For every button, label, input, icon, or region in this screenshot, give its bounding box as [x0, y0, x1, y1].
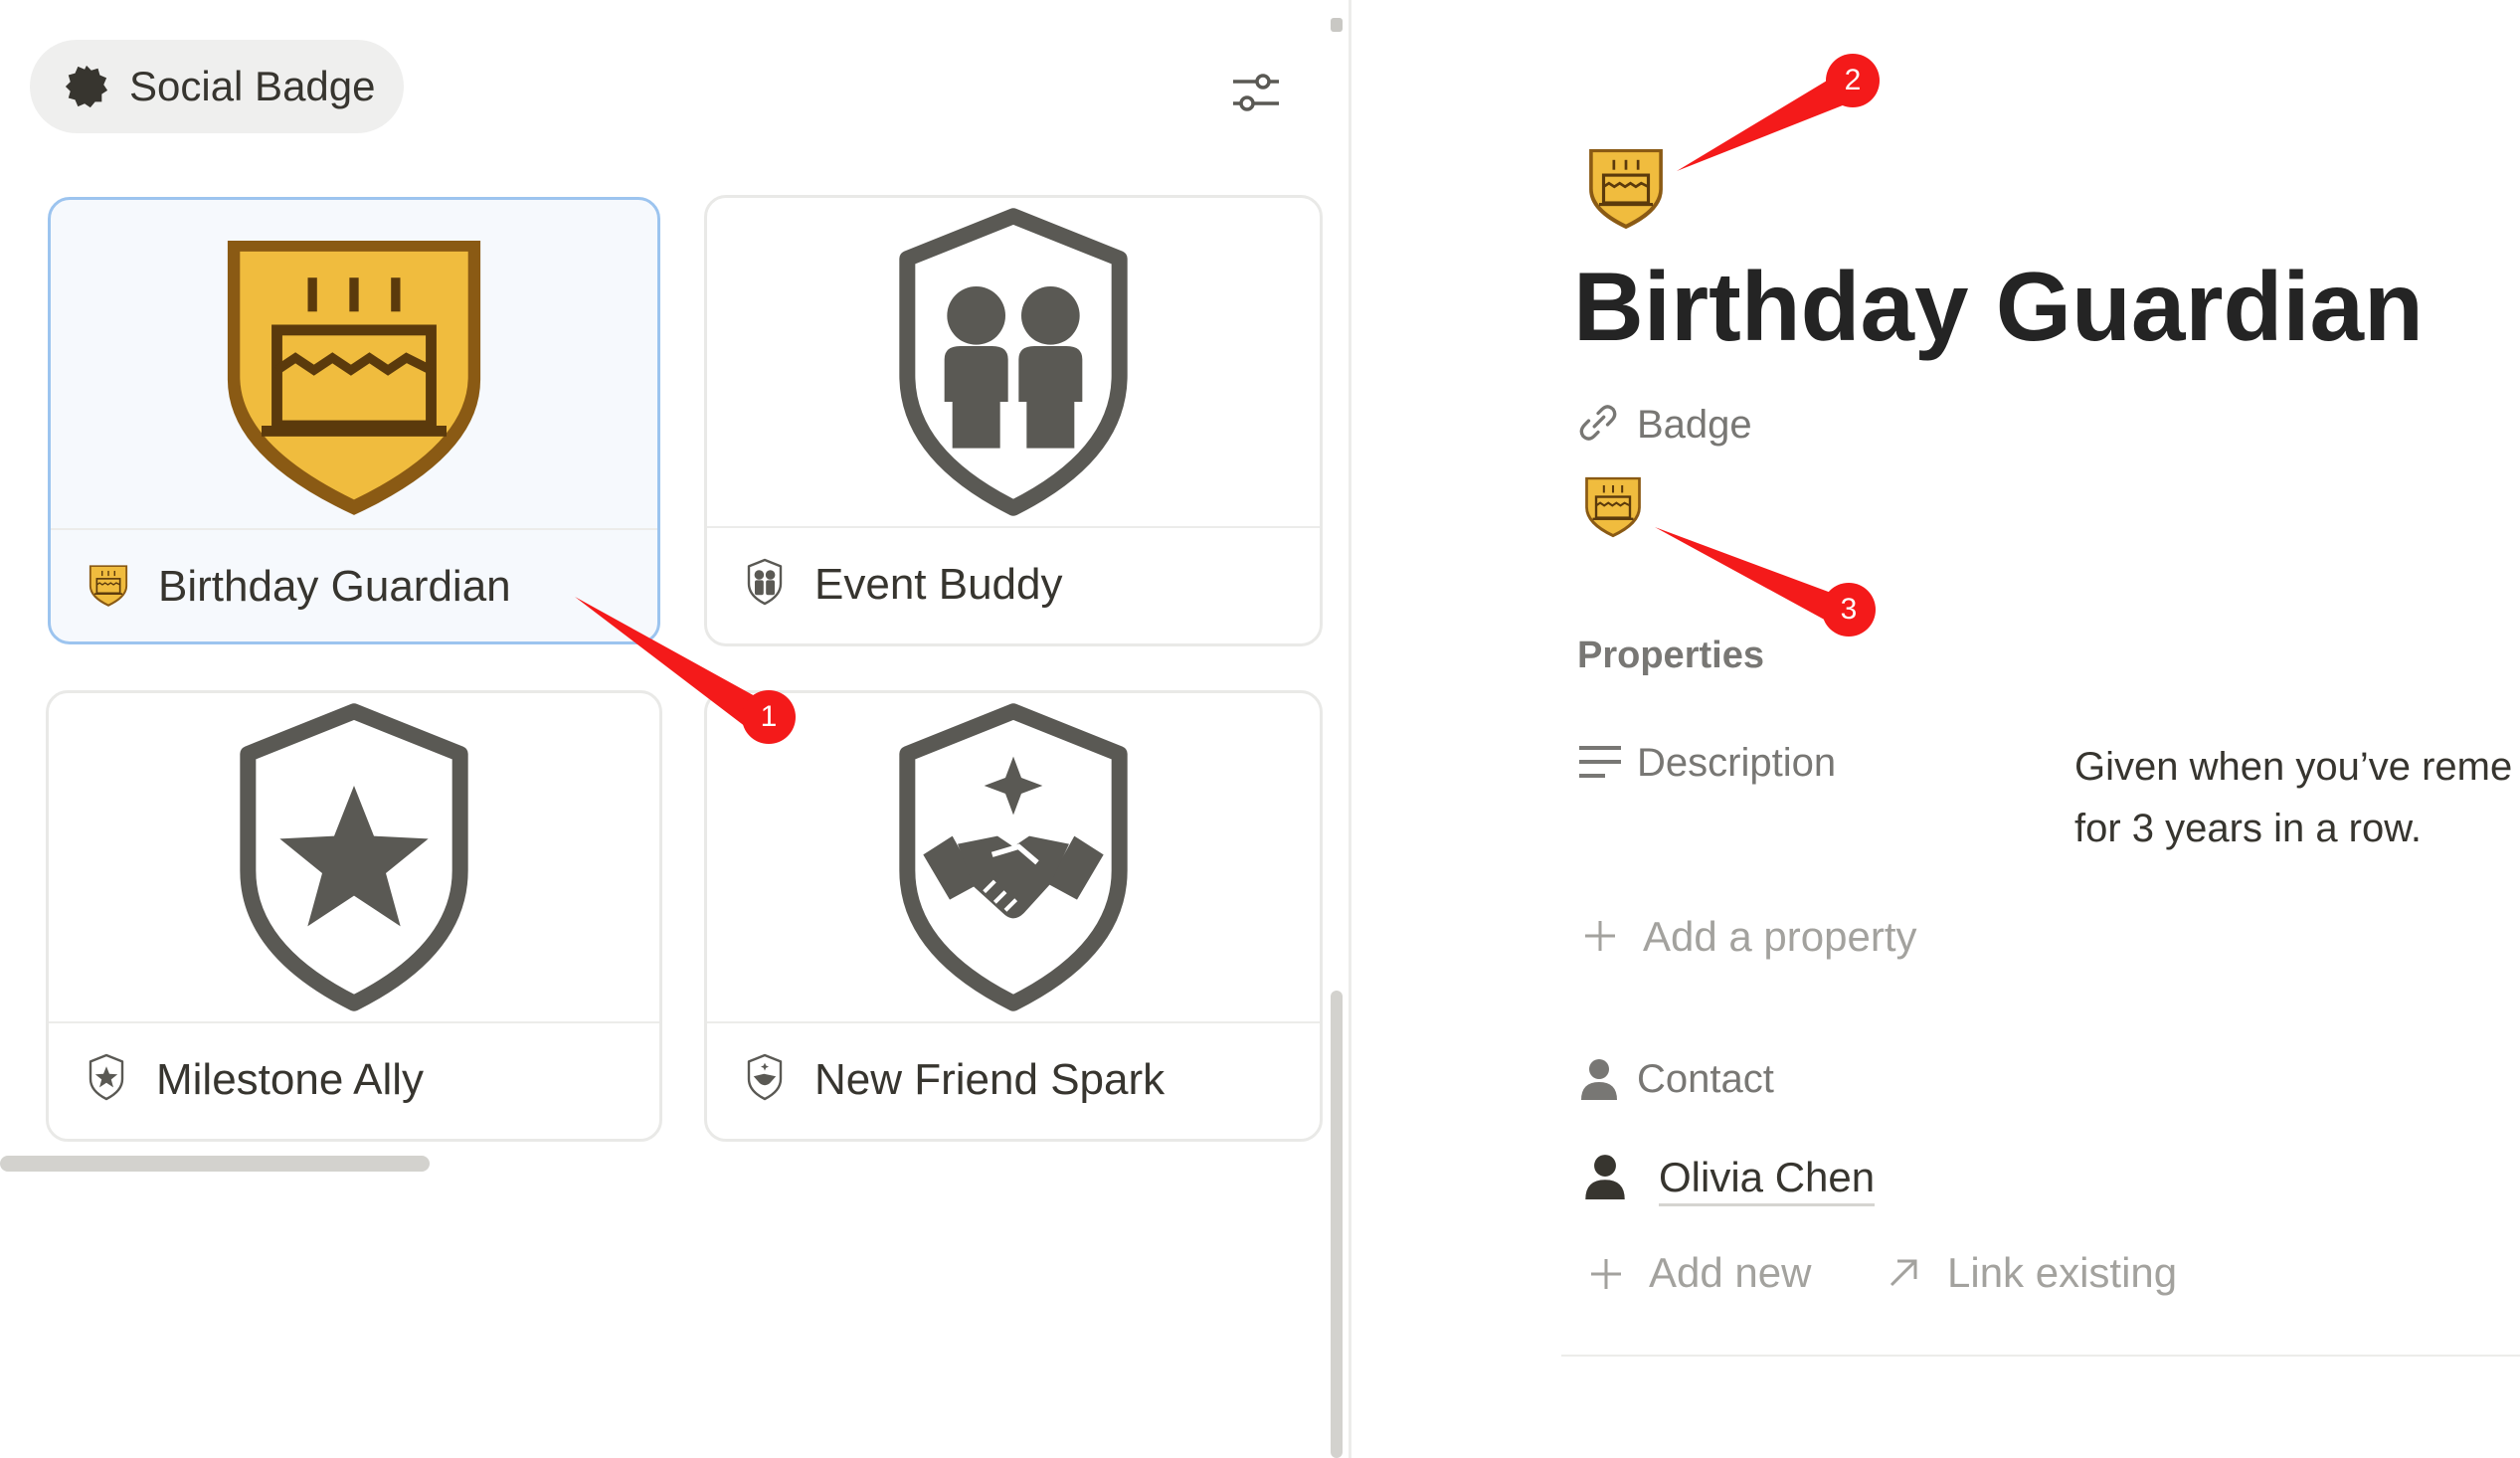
badge-relation-birthday-cake-shield-icon[interactable]	[1579, 469, 1647, 539]
gallery-pane: Social Badge Birthday Guardian Event Bud…	[0, 0, 1350, 1458]
property-label-description[interactable]: Description	[1637, 740, 1836, 786]
vertical-scrollbar[interactable]	[1331, 991, 1343, 1458]
gallery-card-birthday-guardian[interactable]: Birthday Guardian	[48, 197, 660, 644]
text-lines-icon	[1579, 746, 1621, 778]
star-shield-icon	[83, 1053, 130, 1101]
handshake-shield-icon	[879, 698, 1148, 1016]
add-property-button[interactable]: Add a property	[1643, 913, 1917, 961]
annotation-badge-2: 2	[1826, 54, 1880, 107]
contact-link-olivia-chen[interactable]: Olivia Chen	[1659, 1154, 1876, 1206]
scroll-up-arrow[interactable]	[1331, 18, 1343, 32]
link-icon	[1579, 405, 1617, 441]
card-cover	[707, 198, 1320, 526]
view-tab-label: Social Badge	[129, 63, 376, 109]
person-icon	[1585, 1155, 1625, 1199]
horizontal-scrollbar[interactable]	[0, 1156, 430, 1172]
link-existing-contact-button[interactable]: Link existing	[1947, 1249, 2177, 1297]
property-label-contact[interactable]: Contact	[1637, 1056, 1774, 1102]
annotation-arrow-3	[1655, 527, 1842, 623]
handshake-shield-icon	[741, 1053, 789, 1101]
plus-icon	[1585, 921, 1615, 951]
card-title: Milestone Ally	[156, 1055, 425, 1104]
view-tab-social-badge[interactable]: Social Badge	[30, 40, 404, 133]
page-title[interactable]: Birthday Guardian	[1573, 251, 2424, 362]
birthday-cake-shield-icon	[200, 205, 508, 523]
person-icon	[1581, 1059, 1617, 1100]
card-cover	[707, 693, 1320, 1021]
sliders-icon[interactable]	[1229, 70, 1283, 115]
card-title: Birthday Guardian	[158, 562, 511, 611]
card-cover	[49, 693, 659, 1021]
property-value-description[interactable]: Given when you’ve reme for 3 years in a …	[2074, 736, 2520, 859]
add-new-contact-button[interactable]: Add new	[1649, 1249, 1811, 1297]
star-shield-icon	[220, 698, 488, 1016]
property-label-badge[interactable]: Badge	[1637, 402, 1752, 448]
people-shield-icon	[879, 203, 1148, 521]
badge-seal-icon	[65, 65, 108, 108]
gallery-card-event-buddy[interactable]: Event Buddy	[704, 195, 1323, 646]
annotation-badge-3: 3	[1822, 583, 1876, 637]
annotation-badge-1: 1	[742, 690, 796, 744]
gallery-card-milestone-ally[interactable]: Milestone Ally	[46, 690, 662, 1142]
birthday-cake-shield-icon	[85, 560, 132, 608]
arrow-up-right-icon	[1890, 1259, 1917, 1287]
card-title: Event Buddy	[814, 560, 1063, 609]
section-divider	[1561, 1355, 2520, 1357]
properties-section-label[interactable]: Properties	[1577, 633, 1764, 678]
people-shield-icon	[741, 558, 789, 606]
card-cover	[51, 200, 657, 528]
pane-divider[interactable]	[1349, 0, 1351, 1458]
card-title: New Friend Spark	[814, 1055, 1166, 1104]
page-icon-birthday-cake-shield[interactable]	[1581, 137, 1671, 233]
plus-icon	[1591, 1259, 1621, 1289]
gallery-card-new-friend-spark[interactable]: New Friend Spark	[704, 690, 1323, 1142]
